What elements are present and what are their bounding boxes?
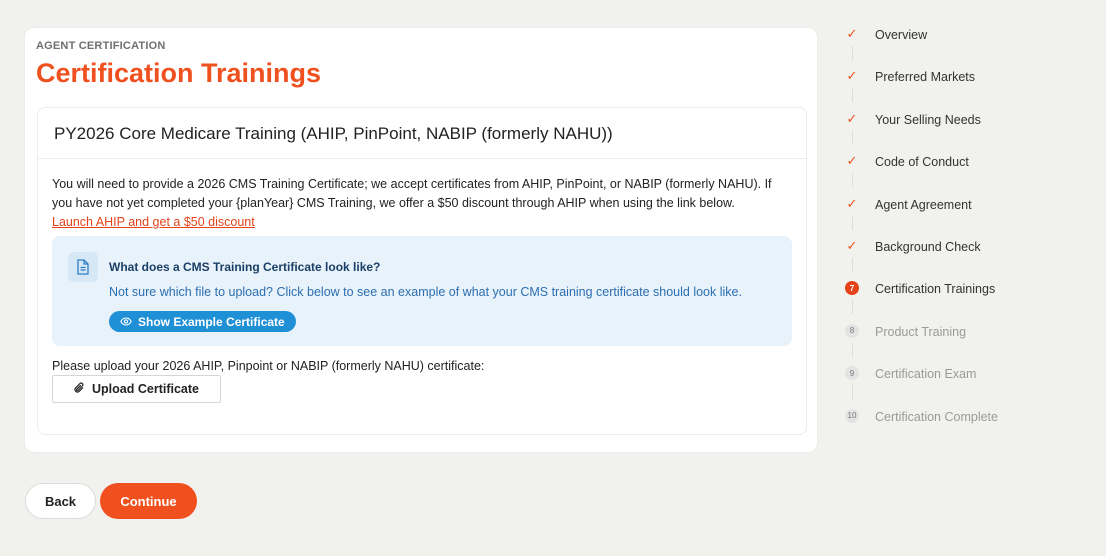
back-button[interactable]: Back bbox=[25, 483, 96, 519]
step-connector bbox=[852, 385, 853, 400]
step-connector bbox=[852, 173, 853, 188]
check-icon: ✓ bbox=[846, 68, 858, 84]
step-certification-trainings: 7 Certification Trainings bbox=[843, 276, 1098, 318]
info-title: What does a CMS Training Certificate loo… bbox=[109, 260, 381, 274]
info-box: What does a CMS Training Certificate loo… bbox=[52, 236, 792, 346]
step-product-training: 8 Product Training bbox=[843, 319, 1098, 361]
step-label: Code of Conduct bbox=[875, 155, 969, 170]
step-background-check: ✓ Background Check bbox=[843, 234, 1098, 276]
show-example-label: Show Example Certificate bbox=[138, 314, 285, 329]
step-label: Product Training bbox=[875, 324, 967, 339]
check-icon: ✓ bbox=[846, 153, 858, 169]
step-connector bbox=[852, 257, 853, 272]
upload-instructions: Please upload your 2026 AHIP, Pinpoint o… bbox=[52, 359, 485, 373]
training-panel: PY2026 Core Medicare Training (AHIP, Pin… bbox=[37, 107, 807, 435]
progress-stepper: ✓ Overview ✓ Preferred Markets ✓ Your Se… bbox=[843, 22, 1098, 446]
step-number-badge: 8 bbox=[845, 323, 859, 338]
check-icon: ✓ bbox=[846, 110, 858, 126]
step-label: Certification Exam bbox=[875, 367, 977, 382]
step-label: Agent Agreement bbox=[875, 197, 972, 212]
step-certification-exam: 9 Certification Exam bbox=[843, 361, 1098, 403]
step-connector bbox=[852, 215, 853, 230]
check-icon: ✓ bbox=[846, 237, 858, 253]
step-label: Your Selling Needs bbox=[875, 112, 981, 127]
step-label: Preferred Markets bbox=[875, 70, 976, 85]
description-text: You will need to provide a 2026 CMS Trai… bbox=[52, 177, 772, 210]
launch-ahip-link[interactable]: Launch AHIP and get a $50 discount bbox=[52, 215, 255, 229]
page-title: Certification Trainings bbox=[36, 58, 322, 88]
step-number-badge: 10 bbox=[845, 408, 859, 423]
step-number-badge: 7 bbox=[845, 281, 859, 296]
step-label: Certification Trainings bbox=[875, 282, 996, 297]
upload-certificate-button[interactable]: Upload Certificate bbox=[52, 375, 221, 403]
step-connector bbox=[852, 88, 853, 103]
step-agent-agreement: ✓ Agent Agreement bbox=[843, 192, 1098, 234]
step-label: Background Check bbox=[875, 239, 981, 254]
step-number-badge: 9 bbox=[845, 366, 859, 381]
step-label: Certification Complete bbox=[875, 409, 998, 424]
check-icon: ✓ bbox=[846, 26, 858, 41]
step-preferred-markets: ✓ Preferred Markets bbox=[843, 64, 1098, 106]
step-connector bbox=[852, 130, 853, 145]
eye-icon bbox=[120, 315, 132, 329]
section-eyebrow: AGENT CERTIFICATION bbox=[36, 40, 166, 52]
main-card: AGENT CERTIFICATION Certification Traini… bbox=[24, 27, 818, 453]
show-example-certificate-button[interactable]: Show Example Certificate bbox=[109, 311, 296, 332]
continue-button[interactable]: Continue bbox=[100, 483, 197, 519]
step-code-of-conduct: ✓ Code of Conduct bbox=[843, 149, 1098, 191]
training-description: You will need to provide a 2026 CMS Trai… bbox=[52, 175, 792, 232]
check-icon: ✓ bbox=[846, 195, 858, 211]
info-text: Not sure which file to upload? Click bel… bbox=[109, 285, 742, 299]
step-overview: ✓ Overview bbox=[843, 22, 1098, 64]
paperclip-icon bbox=[74, 381, 85, 397]
step-connector bbox=[852, 46, 853, 60]
step-certification-complete: 10 Certification Complete bbox=[843, 404, 1098, 446]
step-your-selling-needs: ✓ Your Selling Needs bbox=[843, 107, 1098, 149]
document-icon bbox=[68, 252, 98, 282]
upload-certificate-label: Upload Certificate bbox=[92, 382, 199, 396]
step-label: Overview bbox=[875, 28, 928, 42]
step-connector bbox=[852, 342, 853, 357]
training-heading: PY2026 Core Medicare Training (AHIP, Pin… bbox=[38, 108, 806, 159]
step-connector bbox=[852, 300, 853, 315]
